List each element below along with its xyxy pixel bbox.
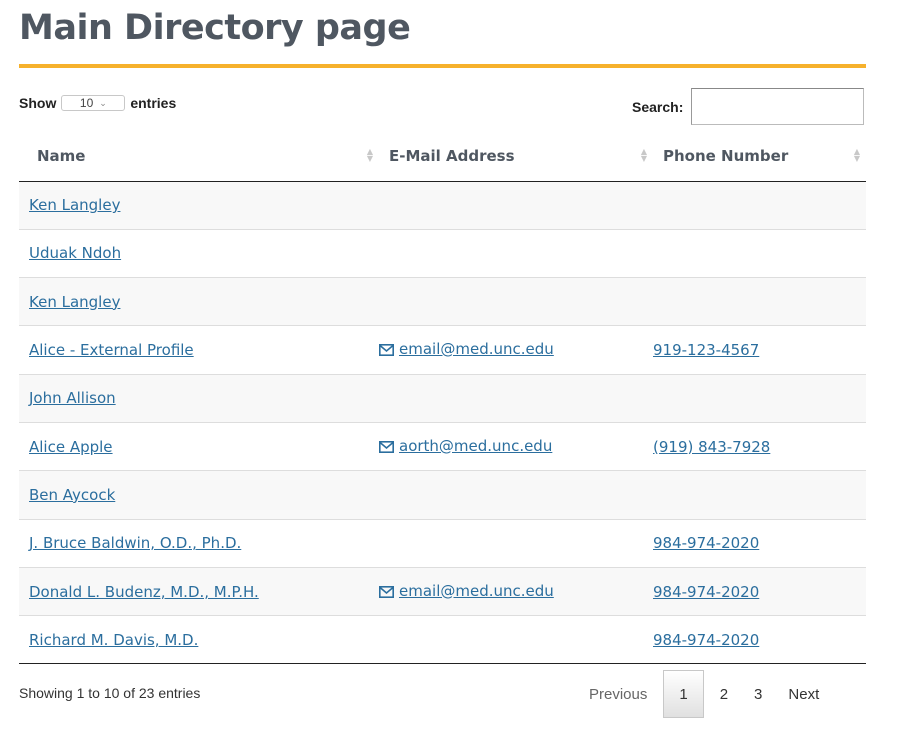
table-row: Richard M. Davis, M.D. 984-974-2020 bbox=[19, 616, 866, 664]
phone-link[interactable]: 984-974-2020 bbox=[653, 631, 759, 649]
person-link[interactable]: Richard M. Davis, M.D. bbox=[29, 631, 198, 649]
entries-label: entries bbox=[130, 95, 177, 111]
table-row: Alice - External Profile email@med.unc.ed… bbox=[19, 326, 866, 375]
person-link[interactable]: Alice Apple bbox=[29, 438, 113, 456]
directory-table: Name ▲ ▼ E-Mail Address ▲ ▼ Phone Number ▲… bbox=[19, 135, 866, 664]
phone-cell: 984-974-2020 bbox=[653, 567, 866, 615]
name-cell: Alice Apple bbox=[19, 422, 379, 470]
page-length-value: 10 bbox=[79, 96, 94, 110]
phone-cell: 984-974-2020 bbox=[653, 616, 866, 664]
person-link[interactable]: Ben Aycock bbox=[29, 486, 115, 504]
pagination: Previous 1 2 3 Next bbox=[576, 670, 832, 718]
person-link[interactable]: Alice - External Profile bbox=[29, 341, 194, 359]
email-cell bbox=[379, 616, 653, 664]
page-button-2[interactable]: 2 bbox=[707, 670, 741, 718]
name-cell: Ken Langley bbox=[19, 181, 379, 229]
table-row: Ben Aycock bbox=[19, 470, 866, 520]
table-row: Donald L. Budenz, M.D., M.P.H. email@med.… bbox=[19, 567, 866, 616]
table-header-row: Name ▲ ▼ E-Mail Address ▲ ▼ Phone Number ▲… bbox=[19, 135, 866, 182]
name-cell: Uduak Ndoh bbox=[19, 229, 379, 277]
name-cell: Ken Langley bbox=[19, 278, 379, 326]
email-cell bbox=[379, 519, 653, 567]
name-cell: Alice - External Profile bbox=[19, 326, 379, 374]
envelope-icon bbox=[379, 584, 394, 602]
person-link[interactable]: Ken Langley bbox=[29, 293, 120, 311]
email-cell bbox=[379, 278, 653, 326]
email-link[interactable]: aorth@med.unc.edu bbox=[399, 437, 552, 455]
page-button-1[interactable]: 1 bbox=[663, 670, 704, 718]
column-label: E-Mail Address bbox=[389, 147, 515, 165]
envelope-icon bbox=[379, 342, 394, 360]
table-info: Showing 1 to 10 of 23 entries bbox=[19, 685, 201, 701]
search-input[interactable] bbox=[691, 88, 865, 125]
envelope-icon bbox=[379, 439, 394, 457]
column-header-phone[interactable]: Phone Number ▲ ▼ bbox=[653, 135, 866, 182]
email-cell: email@med.unc.edu bbox=[379, 326, 653, 374]
previous-button[interactable]: Previous bbox=[576, 670, 660, 718]
email-cell bbox=[379, 471, 653, 519]
person-link[interactable]: Uduak Ndoh bbox=[29, 244, 121, 262]
sort-icon: ▲ ▼ bbox=[366, 147, 373, 163]
page-button-3[interactable]: 3 bbox=[741, 670, 775, 718]
phone-cell: 984-974-2020 bbox=[653, 519, 866, 567]
phone-cell: 919-123-4567 bbox=[653, 326, 866, 374]
phone-cell bbox=[653, 374, 866, 422]
chevron-down-icon: ⌄ bbox=[99, 97, 107, 108]
table-row: John Allison bbox=[19, 374, 866, 423]
sort-icon: ▲ ▼ bbox=[853, 147, 860, 163]
table-row: J. Bruce Baldwin, O.D., Ph.D. 984-974-202… bbox=[19, 519, 866, 568]
show-label: Show bbox=[19, 95, 57, 111]
table-row: Ken Langley bbox=[19, 181, 866, 230]
email-cell: aorth@med.unc.edu bbox=[379, 422, 653, 470]
phone-cell bbox=[653, 278, 866, 326]
phone-cell: (919) 843-7928 bbox=[653, 422, 866, 470]
title-underline bbox=[19, 64, 866, 68]
phone-link[interactable]: (919) 843-7928 bbox=[653, 438, 770, 456]
name-cell: Donald L. Budenz, M.D., M.P.H. bbox=[19, 567, 379, 615]
name-cell: J. Bruce Baldwin, O.D., Ph.D. bbox=[19, 519, 379, 567]
phone-link[interactable]: 984-974-2020 bbox=[653, 534, 759, 552]
phone-cell bbox=[653, 471, 866, 519]
sort-icon: ▲ ▼ bbox=[640, 147, 647, 163]
email-cell bbox=[379, 229, 653, 277]
person-link[interactable]: Ken Langley bbox=[29, 196, 120, 214]
email-cell bbox=[379, 374, 653, 422]
table-row: Uduak Ndoh bbox=[19, 229, 866, 278]
column-header-email[interactable]: E-Mail Address ▲ ▼ bbox=[379, 135, 653, 182]
table-row: Alice Apple aorth@med.unc.edu (919) 843-79… bbox=[19, 422, 866, 471]
phone-cell bbox=[653, 181, 866, 229]
email-link[interactable]: email@med.unc.edu bbox=[399, 582, 554, 600]
person-link[interactable]: J. Bruce Baldwin, O.D., Ph.D. bbox=[29, 534, 241, 552]
column-header-name[interactable]: Name ▲ ▼ bbox=[19, 135, 379, 182]
name-cell: Ben Aycock bbox=[19, 471, 379, 519]
phone-link[interactable]: 984-974-2020 bbox=[653, 583, 759, 601]
person-link[interactable]: John Allison bbox=[29, 389, 116, 407]
person-link[interactable]: Donald L. Budenz, M.D., M.P.H. bbox=[29, 583, 259, 601]
phone-link[interactable]: 919-123-4567 bbox=[653, 341, 759, 359]
table-row: Ken Langley bbox=[19, 277, 866, 326]
email-link[interactable]: email@med.unc.edu bbox=[399, 340, 554, 358]
name-cell: Richard M. Davis, M.D. bbox=[19, 616, 379, 664]
next-button[interactable]: Next bbox=[775, 670, 832, 718]
email-cell: email@med.unc.edu bbox=[379, 567, 653, 615]
column-label: Name bbox=[37, 147, 86, 165]
name-cell: John Allison bbox=[19, 374, 379, 422]
search-label: Search: bbox=[632, 98, 684, 115]
page-title: Main Directory page bbox=[19, 8, 411, 48]
phone-cell bbox=[653, 229, 866, 277]
page-length-select[interactable]: 10 ⌄ bbox=[61, 95, 126, 111]
email-cell bbox=[379, 181, 653, 229]
page-length-control: Show 10 ⌄ entries bbox=[19, 95, 176, 111]
search-control: Search: bbox=[632, 88, 865, 125]
column-label: Phone Number bbox=[663, 147, 789, 165]
